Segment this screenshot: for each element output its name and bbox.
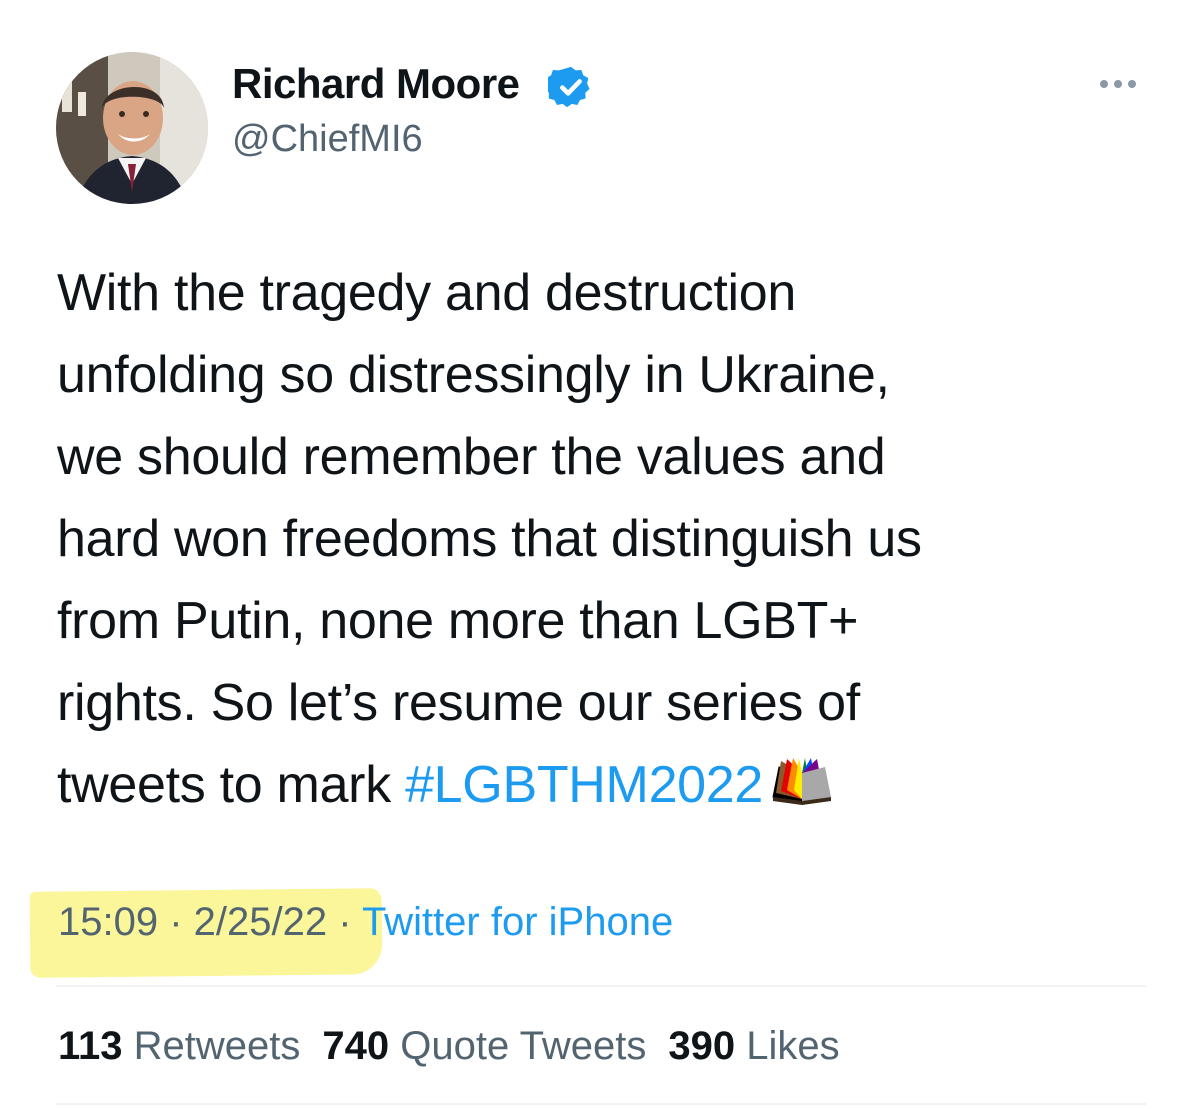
rainbow-book-icon bbox=[772, 758, 832, 806]
retweets-count: 113 bbox=[58, 1024, 123, 1068]
author-name[interactable]: Richard Moore bbox=[232, 60, 520, 108]
tweet-text-line: With the tragedy and destruction bbox=[57, 264, 797, 322]
quote-tweets-label: Quote Tweets bbox=[400, 1024, 647, 1068]
likes-label: Likes bbox=[746, 1024, 840, 1068]
tweet-time[interactable]: 15:09 bbox=[58, 900, 158, 944]
tweet-text-prefix: tweets to mark bbox=[57, 756, 406, 814]
tweet-text-line: hard won freedoms that distinguish us bbox=[57, 510, 922, 568]
tweet-text: With the tragedy and destruction unfoldi… bbox=[57, 252, 1167, 826]
tweet-text-line: unfolding so distressingly in Ukraine, bbox=[57, 346, 890, 404]
verified-badge-icon bbox=[548, 66, 590, 108]
tweet-text-line-last: tweets to mark #LGBTHM2022 bbox=[57, 744, 1167, 826]
retweets-label: Retweets bbox=[133, 1024, 301, 1068]
avatar[interactable] bbox=[56, 52, 208, 204]
tweet-date[interactable]: 2/25/22 bbox=[194, 900, 327, 944]
tweet-card: Richard Moore @ChiefMI6 With the tragedy… bbox=[0, 0, 1200, 1109]
tweet-text-line: rights. So let’s resume our series of bbox=[57, 674, 860, 732]
hashtag-link[interactable]: #LGBTHM2022 bbox=[405, 756, 763, 814]
tweet-text-line: from Putin, none more than LGBT+ bbox=[57, 592, 859, 650]
likes-stat[interactable]: 390 Likes bbox=[668, 1024, 839, 1068]
divider bbox=[56, 1103, 1146, 1105]
engagement-stats: 113 Retweets 740 Quote Tweets 390 Likes bbox=[58, 1024, 840, 1069]
more-options-icon[interactable] bbox=[1090, 66, 1146, 102]
likes-count: 390 bbox=[668, 1024, 736, 1068]
meta-separator: · bbox=[327, 900, 362, 944]
tweet-source-link[interactable]: Twitter for iPhone bbox=[362, 900, 673, 944]
tweet-meta: 15:09 · 2/25/22 · Twitter for iPhone bbox=[58, 900, 673, 945]
author-handle[interactable]: @ChiefMI6 bbox=[232, 118, 423, 161]
tweet-text-line: we should remember the values and bbox=[57, 428, 886, 486]
divider bbox=[56, 985, 1146, 987]
meta-separator: · bbox=[158, 900, 194, 944]
quote-tweets-count: 740 bbox=[322, 1024, 390, 1068]
retweets-stat[interactable]: 113 Retweets bbox=[58, 1024, 300, 1068]
profile-photo bbox=[56, 52, 208, 204]
quote-tweets-stat[interactable]: 740 Quote Tweets bbox=[322, 1024, 646, 1068]
